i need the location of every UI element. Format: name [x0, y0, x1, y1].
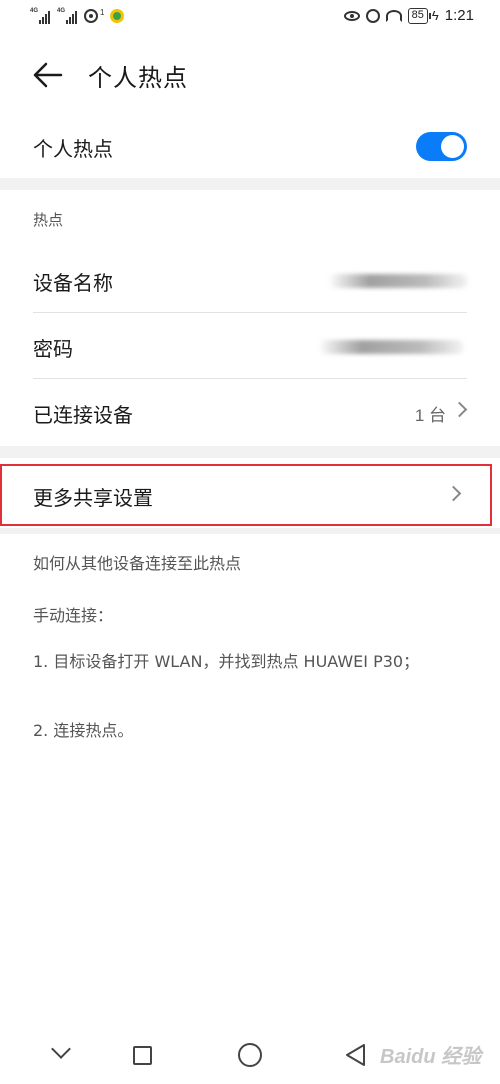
- speed-gauge-icon: [385, 9, 402, 22]
- hotspot-count: 1: [100, 7, 105, 17]
- app-notification-icon: [110, 9, 125, 23]
- instructions-manual: 手动连接：: [33, 606, 114, 625]
- signal-icon: 4G: [57, 8, 78, 24]
- more-share-settings-row[interactable]: 更多共享设置: [0, 464, 492, 526]
- hotspot-switch[interactable]: [416, 132, 467, 161]
- eye-icon: [343, 10, 360, 21]
- chevron-down-icon[interactable]: [51, 1039, 71, 1059]
- app-header: 个人热点: [0, 42, 500, 108]
- row-device-name[interactable]: 设备名称: [0, 247, 500, 313]
- home-icon[interactable]: [238, 1043, 262, 1067]
- connected-count: 1 台: [414, 406, 446, 425]
- alarm-icon: [365, 8, 380, 23]
- row-label: 密码: [33, 337, 73, 361]
- signal-icon: 4G: [30, 8, 51, 24]
- battery-icon: 85: [407, 7, 432, 24]
- switch-knob: [441, 135, 464, 158]
- status-bar: 4G 4G 1 85 ϟ 1:21: [0, 0, 500, 36]
- row-label: 设备名称: [33, 271, 113, 295]
- section-divider: [0, 446, 500, 458]
- row-label: 更多共享设置: [33, 486, 153, 510]
- section-label-hotspot: 热点: [33, 211, 64, 229]
- status-time: 1:21: [444, 7, 474, 24]
- row-connected-devices[interactable]: 已连接设备 1 台: [0, 379, 500, 445]
- watermark: Baidu 经验: [380, 1046, 482, 1068]
- row-password[interactable]: 密码: [0, 313, 500, 379]
- back-icon[interactable]: [344, 1043, 368, 1067]
- row-label: 已连接设备: [33, 403, 133, 427]
- personal-hotspot-toggle-row[interactable]: 个人热点: [0, 116, 500, 178]
- arrow-left-icon[interactable]: [32, 60, 64, 90]
- page-title: 个人热点: [88, 64, 188, 92]
- blurred-value: [328, 274, 468, 288]
- toggle-label: 个人热点: [33, 137, 113, 161]
- instructions-heading: 如何从其他设备连接至此热点: [33, 554, 242, 573]
- blurred-value: [318, 340, 464, 354]
- recent-apps-icon[interactable]: [133, 1046, 152, 1065]
- instructions-step-1: 1. 目标设备打开 WLAN，并找到热点 HUAWEI P30；: [33, 652, 420, 671]
- charging-icon: ϟ: [431, 8, 439, 23]
- hotspot-icon: [84, 9, 99, 23]
- instructions-step-2: 2. 连接热点。: [33, 721, 134, 740]
- section-divider: [0, 528, 500, 534]
- section-divider: [0, 178, 500, 190]
- status-right: 85 ϟ 1:21: [343, 7, 474, 24]
- chevron-right-icon: [451, 401, 468, 418]
- status-left: 4G 4G 1: [30, 7, 125, 24]
- chevron-right-icon: [445, 485, 462, 502]
